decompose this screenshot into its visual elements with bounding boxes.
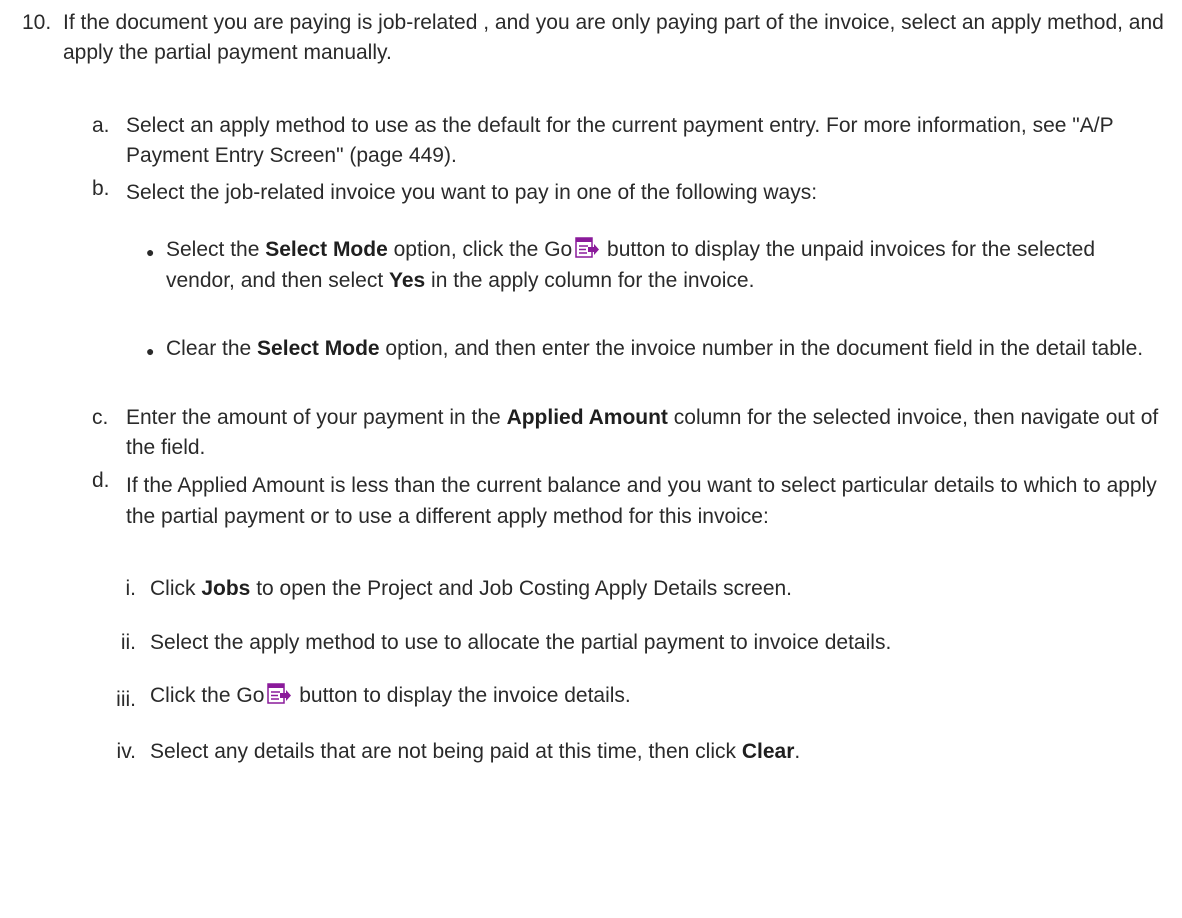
- bullet-dot: ●: [146, 244, 155, 260]
- substep-d-i-text: Click Jobs to open the Project and Job C…: [150, 577, 793, 600]
- substep-d-iv-text: Select any details that are not being pa…: [150, 740, 801, 763]
- substep-d-iii-label: iii.: [116, 688, 136, 711]
- go-button-icon[interactable]: [267, 683, 292, 705]
- substep-d-i-label: i.: [125, 577, 137, 600]
- substep-d-iv-label: iv.: [116, 740, 136, 763]
- substep-d-text: If the Applied Amount is less than the c…: [126, 474, 1157, 528]
- substep-b-text: Select the job-related invoice you want …: [126, 181, 818, 204]
- step-number: 10.: [22, 11, 52, 34]
- substep-c-text: Enter the amount of your payment in the …: [126, 406, 1159, 459]
- bullet-dot: ●: [146, 343, 155, 359]
- substep-a-text: Select an apply method to use as the def…: [126, 114, 1114, 167]
- substep-d-iii-text: Click the Go button to display the invoi…: [150, 683, 631, 707]
- help-page: 10. If the document you are paying is jo…: [0, 0, 1182, 918]
- go-button-icon[interactable]: [575, 237, 600, 259]
- substep-d-ii-label: ii.: [120, 631, 136, 654]
- substep-a-label: a.: [92, 114, 110, 137]
- bullet-clear-select-mode: Clear the Select Mode option, and then e…: [166, 337, 1144, 360]
- substep-d-label: d.: [92, 469, 110, 492]
- bullet-select-mode: Select the Select Mode option, click the…: [166, 237, 1096, 292]
- step-text: If the document you are paying is job-re…: [63, 11, 1164, 64]
- substep-b-label: b.: [92, 177, 110, 200]
- substep-d-ii-text: Select the apply method to use to alloca…: [150, 631, 892, 654]
- substep-c-label: c.: [92, 406, 109, 429]
